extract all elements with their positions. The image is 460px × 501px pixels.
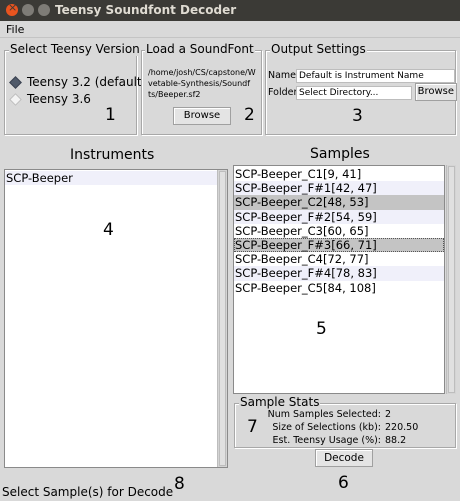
- output-settings-title: Output Settings: [270, 42, 367, 56]
- output-browse-button[interactable]: Browse: [415, 83, 457, 101]
- sample-item[interactable]: SCP-Beeper_C3[60, 65]: [234, 224, 444, 238]
- output-folder-input[interactable]: Select Directory...: [296, 86, 412, 100]
- decode-button[interactable]: Decode: [315, 449, 373, 467]
- sample-item[interactable]: SCP-Beeper_F#1[42, 47]: [234, 181, 444, 196]
- output-name-input[interactable]: Default is Instrument Name: [296, 69, 455, 83]
- soundfont-group: Load a SoundFont /home/josh/CS/capstone/…: [141, 42, 262, 135]
- maximize-window-button[interactable]: [38, 4, 50, 16]
- samples-number: 5: [316, 319, 327, 339]
- close-window-button[interactable]: [6, 1, 18, 16]
- samples-scrollbar-thumb[interactable]: [448, 166, 455, 393]
- instruments-number: 4: [103, 220, 114, 240]
- radio-teensy-3-2-label: Teensy 3.2 (default: [27, 75, 142, 89]
- teensy-group-number: 1: [105, 105, 116, 125]
- stats-label: Size of Selections (kb):: [272, 422, 381, 433]
- samples-rows: SCP-Beeper_C1[9, 41] SCP-Beeper_F#1[42, 4…: [234, 166, 444, 295]
- radio-unselected-icon: [9, 92, 22, 106]
- stats-value: 88.2: [385, 435, 407, 446]
- samples-heading: Samples: [310, 146, 370, 162]
- sample-stats-title: Sample Stats: [239, 395, 321, 409]
- output-folder-label: Folder: [268, 87, 298, 98]
- minimize-window-button[interactable]: [22, 4, 34, 16]
- status-number: 8: [174, 474, 185, 494]
- soundfont-path-line: /home/josh/CS/capstone/W: [148, 68, 256, 77]
- sample-stats-group: Sample Stats 7 Num Samples Selected: 2 S…: [234, 395, 456, 448]
- sample-item[interactable]: SCP-Beeper_C1[9, 41]: [234, 167, 444, 181]
- title-bar: Teensy Soundfont Decoder: [0, 0, 460, 21]
- stats-label: Num Samples Selected:: [267, 409, 381, 420]
- soundfont-group-number: 2: [244, 105, 255, 125]
- instruments-list[interactable]: SCP-Beeper: [4, 169, 228, 468]
- soundfont-path: /home/josh/CS/capstone/W vetable-Synthes…: [148, 67, 256, 100]
- sample-item[interactable]: SCP-Beeper_C5[84, 108]: [234, 281, 444, 295]
- soundfont-title: Load a SoundFont: [145, 42, 255, 56]
- sample-item[interactable]: SCP-Beeper_F#3[66, 71]: [234, 237, 444, 253]
- window-title: Teensy Soundfont Decoder: [55, 3, 237, 17]
- decode-number: 6: [338, 473, 349, 493]
- radio-teensy-3-2[interactable]: Teensy 3.2 (default: [9, 75, 142, 89]
- output-group-number: 3: [352, 106, 363, 126]
- soundfont-path-line: ts/Beeper.sf2: [148, 90, 201, 99]
- radio-teensy-3-6-label: Teensy 3.6: [27, 92, 91, 106]
- teensy-version-group: Select Teensy Version Teensy 3.2 (defaul…: [4, 42, 142, 135]
- sample-item[interactable]: SCP-Beeper_C2[48, 53]: [234, 195, 444, 210]
- radio-teensy-3-6[interactable]: Teensy 3.6: [9, 92, 91, 106]
- instruments-scrollbar-thumb[interactable]: [219, 171, 226, 466]
- stats-value: 2: [385, 409, 392, 420]
- soundfont-browse-button[interactable]: Browse: [173, 107, 231, 125]
- samples-list[interactable]: SCP-Beeper_C1[9, 41] SCP-Beeper_F#1[42, 4…: [233, 165, 445, 394]
- output-settings-group: Output Settings Name Default is Instrume…: [265, 42, 457, 135]
- radio-selected-icon: [9, 75, 22, 89]
- instruments-heading: Instruments: [70, 147, 155, 163]
- stats-value: 220.50: [385, 422, 419, 433]
- status-text: Select Sample(s) for Decode: [2, 485, 174, 499]
- sample-item[interactable]: SCP-Beeper_F#2[54, 59]: [234, 209, 444, 224]
- teensy-version-title: Select Teensy Version: [9, 42, 141, 56]
- stats-number: 7: [247, 417, 258, 437]
- file-menu[interactable]: File: [6, 23, 24, 36]
- output-name-label: Name: [268, 70, 297, 81]
- stats-label: Est. Teensy Usage (%):: [272, 435, 381, 446]
- sample-item[interactable]: SCP-Beeper_F#4[78, 83]: [234, 266, 444, 281]
- samples-scrollbar[interactable]: [446, 165, 456, 394]
- instrument-item[interactable]: SCP-Beeper: [5, 171, 227, 186]
- soundfont-path-line: vetable-Synthesis/Soundf: [148, 79, 251, 88]
- instruments-scrollbar[interactable]: [217, 170, 227, 467]
- menu-bar: File: [0, 21, 460, 38]
- sample-item[interactable]: SCP-Beeper_C4[72, 77]: [234, 252, 444, 266]
